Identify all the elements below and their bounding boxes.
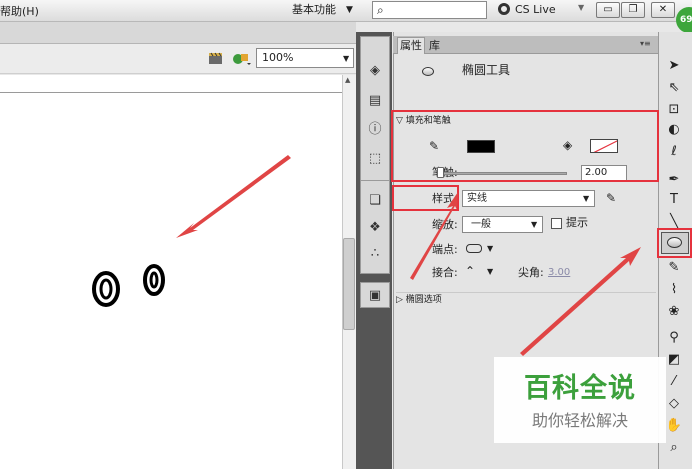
watermark-title: 百科全说 bbox=[524, 373, 636, 404]
watermark: 百科全说 助你轻松解决 bbox=[494, 357, 666, 443]
watermark-subtitle: 助你轻松解决 bbox=[531, 411, 628, 430]
